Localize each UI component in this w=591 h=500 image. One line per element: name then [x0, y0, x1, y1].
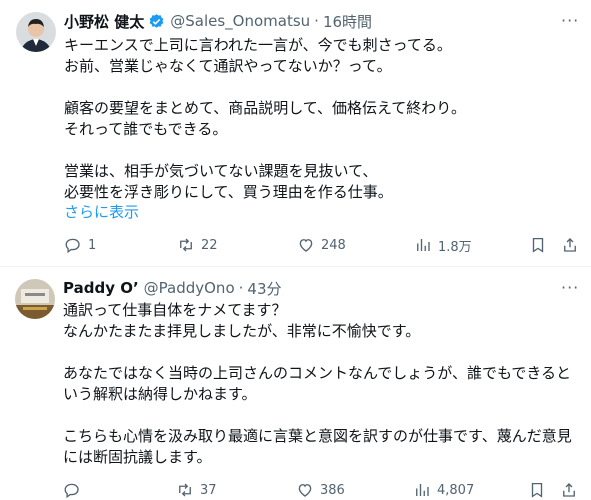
- avatar[interactable]: [15, 279, 55, 319]
- views-button[interactable]: 1.8万: [414, 235, 472, 255]
- repost-count: 37: [200, 482, 217, 498]
- view-count: 1.8万: [438, 239, 472, 255]
- tweet-1[interactable]: 小野松 健太 @Sales_Onomatsu · 16時間 ··· キーエンスで…: [0, 0, 591, 270]
- more-options-icon[interactable]: ···: [561, 279, 579, 297]
- handle[interactable]: @Sales_Onomatsu: [170, 12, 310, 30]
- heart-icon: [298, 484, 312, 497]
- reply-button[interactable]: [63, 480, 87, 500]
- tweet-text-line: それって誰でもできる。: [64, 120, 228, 138]
- bookmark-button[interactable]: [528, 480, 552, 500]
- reply-icon: [64, 483, 79, 499]
- tweet-text-line: には断固抗議します。: [63, 448, 212, 466]
- tweet-header: Paddy O’ @PaddyOno · 43分: [63, 278, 282, 298]
- tweet-text-line: なんかたまたま拝見しましたが、非常に不愉快です。: [63, 322, 421, 340]
- tweet-text-line: 顧客の要望をまとめて、商品説明して、価格伝えて終わり。: [64, 99, 467, 117]
- tweet-text-line: いう解釈は納得しかねます。: [63, 385, 257, 403]
- reply-icon: [65, 238, 80, 254]
- views-chart-icon: [416, 484, 429, 496]
- tweet-text-line: こちらも心情を汲み取り最適に言葉と意図を訳すのが仕事です、蔑んだ意見: [63, 427, 572, 445]
- tweet-text-line: 必要性を浮き彫りにして、買う理由を作る仕事。: [64, 183, 393, 201]
- repost-button[interactable]: 22: [177, 235, 218, 255]
- timestamp[interactable]: 16時間: [323, 11, 372, 32]
- display-name[interactable]: 小野松 健太: [64, 11, 144, 32]
- like-count: 386: [320, 482, 345, 498]
- views-chart-icon: [417, 239, 430, 251]
- repost-icon: [180, 238, 192, 252]
- display-name[interactable]: Paddy O’: [63, 279, 139, 297]
- share-button[interactable]: [560, 480, 584, 500]
- share-button[interactable]: [561, 235, 585, 255]
- verified-badge-icon: [149, 13, 164, 28]
- bookmark-icon: [531, 482, 543, 498]
- like-button[interactable]: 386: [296, 480, 345, 500]
- heart-icon: [299, 239, 313, 252]
- handle[interactable]: @PaddyOno: [144, 279, 235, 297]
- views-button[interactable]: 4,807: [413, 480, 474, 500]
- show-more-link[interactable]: さらに表示: [64, 202, 139, 222]
- avatar[interactable]: [16, 12, 56, 52]
- tweet-text-line: キーエンスで上司に言われた一言が、今でも刺さってる。: [64, 36, 452, 54]
- view-count: 4,807: [437, 482, 475, 498]
- tweet-text-line: 営業は、相手が気づいてない課題を見抜いて、: [64, 162, 378, 180]
- tweet-2[interactable]: Paddy O’ @PaddyOno · 43分 ··· 通訳って仕事自体をナメ…: [0, 267, 591, 499]
- action-bar: 1 22 248 1.8万: [64, 235, 584, 255]
- like-button[interactable]: 248: [297, 235, 346, 255]
- reply-button[interactable]: 1: [64, 235, 96, 255]
- share-icon: [563, 483, 575, 497]
- timestamp[interactable]: 43分: [247, 278, 281, 299]
- repost-count: 22: [201, 237, 218, 253]
- reply-count: 1: [88, 237, 97, 253]
- bookmark-icon: [532, 237, 544, 253]
- separator-dot: ·: [238, 279, 244, 297]
- bookmark-button[interactable]: [529, 235, 553, 255]
- like-count: 248: [321, 237, 346, 253]
- tweet-header: 小野松 健太 @Sales_Onomatsu · 16時間: [64, 11, 372, 31]
- separator-dot: ·: [314, 12, 319, 30]
- action-bar: 37 386 4,807: [63, 480, 583, 500]
- repost-button[interactable]: 37: [176, 480, 217, 500]
- tweet-text-line: お前、営業じゃなくて通訳やってないか？って。: [64, 57, 392, 75]
- share-icon: [564, 238, 576, 252]
- repost-icon: [179, 483, 191, 497]
- more-options-icon[interactable]: ···: [561, 12, 579, 30]
- tweet-text-line: 通訳って仕事自体をナメてます？: [63, 301, 287, 319]
- tweet-text-line: あなたではなく当時の上司さんのコメントなんでしょうが、誰でもできると: [63, 364, 572, 382]
